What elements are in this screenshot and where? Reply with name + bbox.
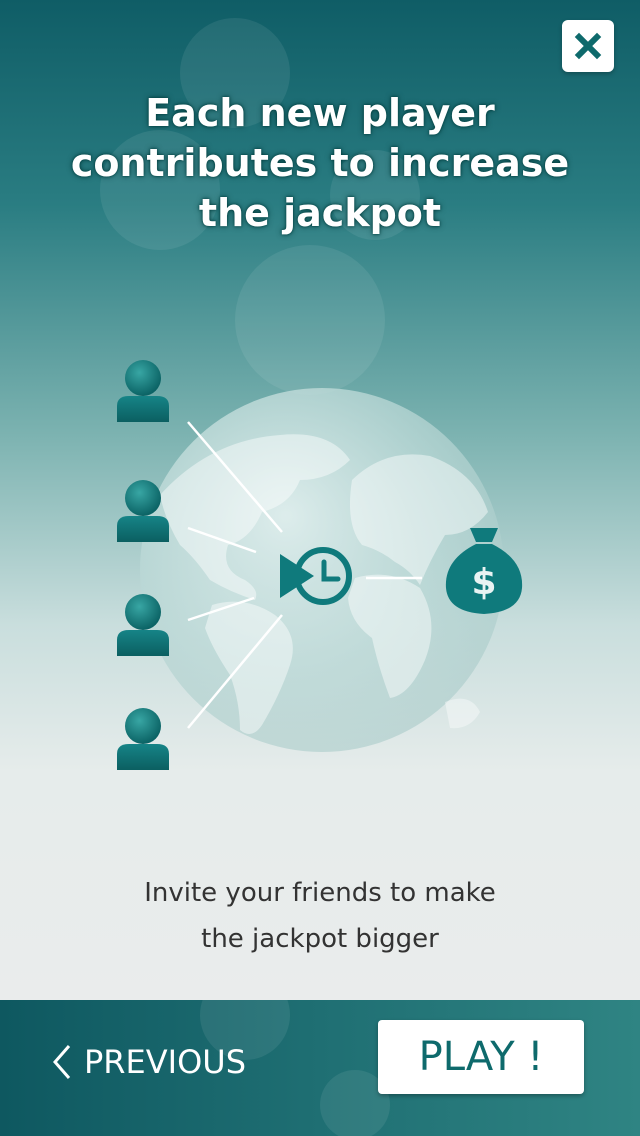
close-button[interactable] [562, 20, 614, 72]
play-label: PLAY ! [418, 1034, 544, 1080]
money-bag-symbol: $ [471, 562, 496, 603]
bottom-nav-bar: PREVIOUS PLAY ! [0, 1000, 640, 1136]
chevron-left-icon [53, 1045, 71, 1079]
close-icon [574, 32, 602, 60]
previous-label: PREVIOUS [84, 1043, 246, 1081]
user-icon [117, 360, 169, 422]
previous-button[interactable]: PREVIOUS [52, 1038, 246, 1086]
jackpot-illustration: $ [117, 360, 523, 770]
page-title: Each new player contributes to increase … [70, 91, 570, 235]
play-button[interactable]: PLAY ! [378, 1020, 584, 1094]
user-icon [117, 708, 169, 770]
caption: Invite your friends to make the jackpot … [144, 878, 496, 954]
